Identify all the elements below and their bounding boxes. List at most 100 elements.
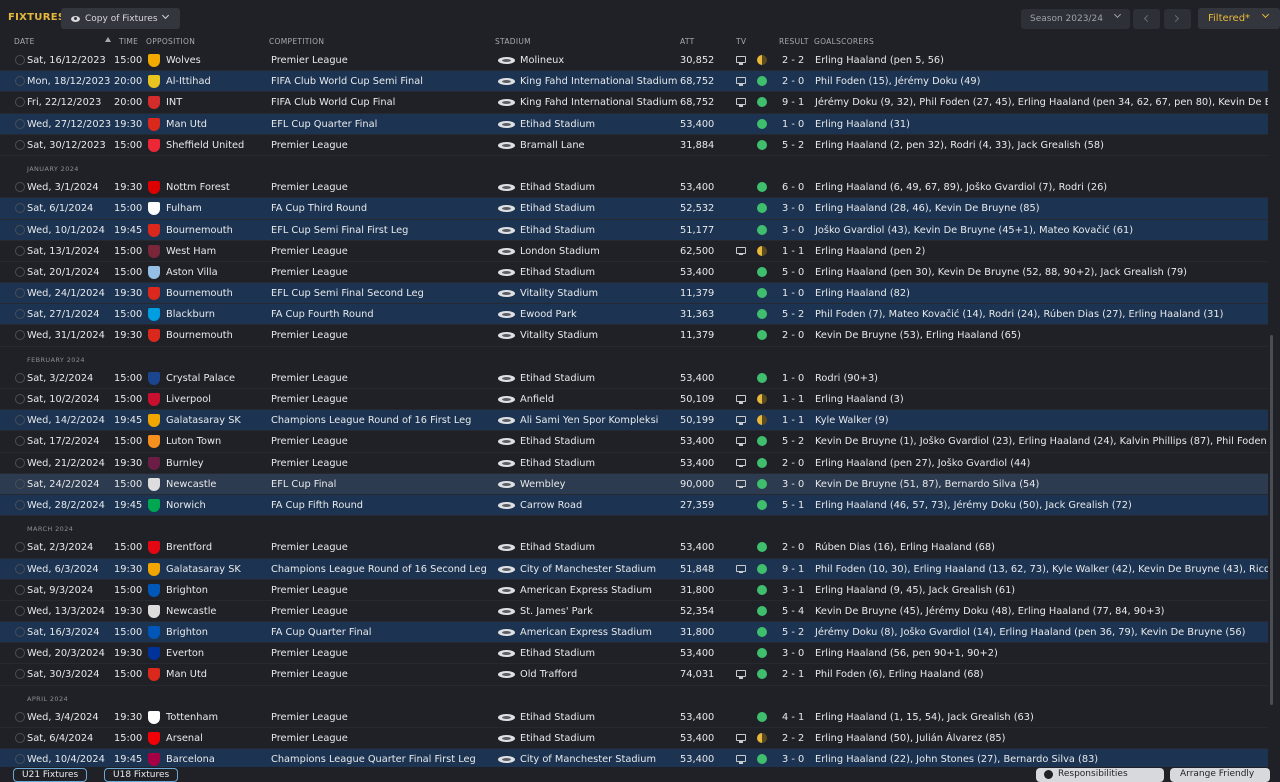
fixture-stadium[interactable]: Etihad Stadium [520,733,595,744]
fixture-row[interactable]: Wed, 3/1/2024 19:30 Nottm Forest Premier Le… [0,177,1268,199]
fixture-stadium[interactable]: Etihad Stadium [520,458,595,469]
fixture-row[interactable]: Wed, 28/2/2024 19:45 Norwich FA Cup Fifth R… [0,494,1268,517]
fixture-row[interactable]: Wed, 13/3/2024 19:30 Newcastle Premier Leag… [0,600,1268,623]
select-circle-icon[interactable] [15,478,25,489]
fixture-stadium[interactable]: Etihad Stadium [520,436,595,447]
fixture-result[interactable]: 2 - 1 [782,669,804,680]
fixture-opposition[interactable]: Bournemouth [166,288,233,299]
column-header-result[interactable]: RESULT [779,37,809,46]
select-circle-icon[interactable] [15,372,25,383]
fixture-competition[interactable]: EFL Cup Semi Final First Leg [271,225,408,236]
fixture-row[interactable]: Wed, 6/3/2024 19:30 Galatasaray SK Champion… [0,558,1268,580]
fixture-row[interactable]: Mon, 18/12/2023 20:00 Al-Ittihad FIFA Club … [0,71,1268,93]
fixture-row[interactable]: Sat, 6/4/2024 15:00 Arsenal Premier League E… [0,728,1268,750]
fixture-result[interactable]: 3 - 1 [782,585,804,596]
select-circle-icon[interactable] [15,224,25,235]
fixture-opposition[interactable]: Arsenal [166,733,203,744]
fixture-row[interactable]: Sat, 3/2/2024 15:00 Crystal Palace Premier … [0,367,1268,389]
fixture-opposition[interactable]: Liverpool [166,394,211,405]
fixture-opposition[interactable]: Newcastle [166,479,216,490]
select-circle-icon[interactable] [15,76,25,87]
fixture-stadium[interactable]: Etihad Stadium [520,712,595,723]
select-circle-icon[interactable] [15,605,25,616]
column-header-competition[interactable]: COMPETITION [269,37,324,46]
fixture-row[interactable]: Fri, 22/12/2023 20:00 INT FIFA Club World C… [0,92,1268,114]
fixture-result[interactable]: 2 - 0 [782,76,804,87]
fixture-row[interactable]: Sat, 10/2/2024 15:00 Liverpool Premier Leag… [0,389,1268,411]
fixture-competition[interactable]: EFL Cup Final [271,479,336,490]
fixture-opposition[interactable]: West Ham [166,246,216,257]
fixture-result[interactable]: 5 - 2 [782,140,804,151]
fixture-competition[interactable]: FA Cup Fifth Round [271,500,363,511]
fixture-competition[interactable]: Premier League [271,330,348,341]
select-circle-icon[interactable] [15,648,25,659]
fixture-row[interactable]: Wed, 21/2/2024 19:30 Burnley Premier League… [0,452,1268,474]
fixture-opposition[interactable]: INT [166,97,182,108]
select-circle-icon[interactable] [15,499,25,510]
select-circle-icon[interactable] [15,563,25,574]
select-circle-icon[interactable] [15,457,25,468]
fixture-stadium[interactable]: King Fahd International Stadium [520,76,677,87]
fixture-stadium[interactable]: Bramall Lane [520,140,585,151]
select-circle-icon[interactable] [15,627,25,638]
fixture-competition[interactable]: FIFA Club World Cup Semi Final [271,76,423,87]
fixture-row[interactable]: Wed, 3/4/2024 19:30 Tottenham Premier Leagu… [0,706,1268,728]
fixture-competition[interactable]: Premier League [271,669,348,680]
select-circle-icon[interactable] [15,182,25,193]
fixture-stadium[interactable]: Vitality Stadium [520,330,598,341]
fixture-result[interactable]: 1 - 1 [782,415,804,426]
fixture-result[interactable]: 1 - 0 [782,288,804,299]
fixture-competition[interactable]: Champions League Quarter Final First Leg [271,754,476,765]
fixture-stadium[interactable]: Ewood Park [520,309,577,320]
fixture-opposition[interactable]: Bournemouth [166,330,233,341]
fixture-opposition[interactable]: Sheffield United [166,140,244,151]
fixture-result[interactable]: 2 - 0 [782,330,804,341]
fixture-result[interactable]: 6 - 0 [782,182,804,193]
fixture-competition[interactable]: Premier League [271,606,348,617]
fixture-result[interactable]: 3 - 0 [782,203,804,214]
select-circle-icon[interactable] [15,330,25,341]
fixture-competition[interactable]: Premier League [271,140,348,151]
fixture-row[interactable]: Sat, 30/3/2024 15:00 Man Utd Premier League… [0,664,1268,686]
fixture-competition[interactable]: Premier League [271,712,348,723]
fixture-opposition[interactable]: Al-Ittihad [166,76,211,87]
select-circle-icon[interactable] [15,733,25,743]
fixture-stadium[interactable]: Carrow Road [520,500,582,511]
fixture-competition[interactable]: EFL Cup Semi Final Second Leg [271,288,424,299]
fixture-opposition[interactable]: Crystal Palace [166,373,235,384]
fixture-row[interactable]: Sat, 2/3/2024 15:00 Brentford Premier Leagu… [0,537,1268,559]
select-circle-icon[interactable] [15,754,25,765]
fixture-competition[interactable]: Premier League [271,436,348,447]
fixture-result[interactable]: 9 - 1 [782,564,804,575]
select-circle-icon[interactable] [15,436,25,447]
fixture-result[interactable]: 3 - 0 [782,225,804,236]
fixture-stadium[interactable]: Wembley [520,479,565,490]
fixture-result[interactable]: 4 - 1 [782,712,804,723]
fixture-result[interactable]: 3 - 0 [782,648,804,659]
fixture-opposition[interactable]: Bournemouth [166,225,233,236]
fixture-competition[interactable]: FIFA Club World Cup Final [271,97,395,108]
column-header-date[interactable]: DATE [14,37,35,46]
fixture-competition[interactable]: Champions League Round of 16 Second Leg [271,564,487,575]
select-circle-icon[interactable] [15,542,25,553]
fixture-row[interactable]: Sat, 6/1/2024 15:00 Fulham FA Cup Third Rou… [0,198,1268,220]
fixture-stadium[interactable]: Etihad Stadium [520,182,595,193]
column-header-tv[interactable]: TV [736,37,746,46]
fixture-stadium[interactable]: Old Trafford [520,669,577,680]
fixture-stadium[interactable]: King Fahd International Stadium [520,97,677,108]
fixture-row[interactable]: Sat, 30/12/2023 15:00 Sheffield United Prem… [0,134,1268,156]
fixture-opposition[interactable]: Wolves [166,55,201,66]
fixture-result[interactable]: 3 - 0 [782,479,804,490]
fixture-stadium[interactable]: American Express Stadium [520,627,652,638]
fixture-opposition[interactable]: Man Utd [166,119,207,130]
fixture-stadium[interactable]: St. James' Park [520,606,593,617]
fixture-stadium[interactable]: Etihad Stadium [520,648,595,659]
fixture-opposition[interactable]: Nottm Forest [166,182,230,193]
fixture-stadium[interactable]: Etihad Stadium [520,225,595,236]
fixture-competition[interactable]: FA Cup Third Round [271,203,367,214]
fixture-opposition[interactable]: Blackburn [166,309,215,320]
fixture-competition[interactable]: Premier League [271,267,348,278]
fixture-result[interactable]: 5 - 0 [782,267,804,278]
select-circle-icon[interactable] [15,55,25,65]
fixture-opposition[interactable]: Brighton [166,627,208,638]
